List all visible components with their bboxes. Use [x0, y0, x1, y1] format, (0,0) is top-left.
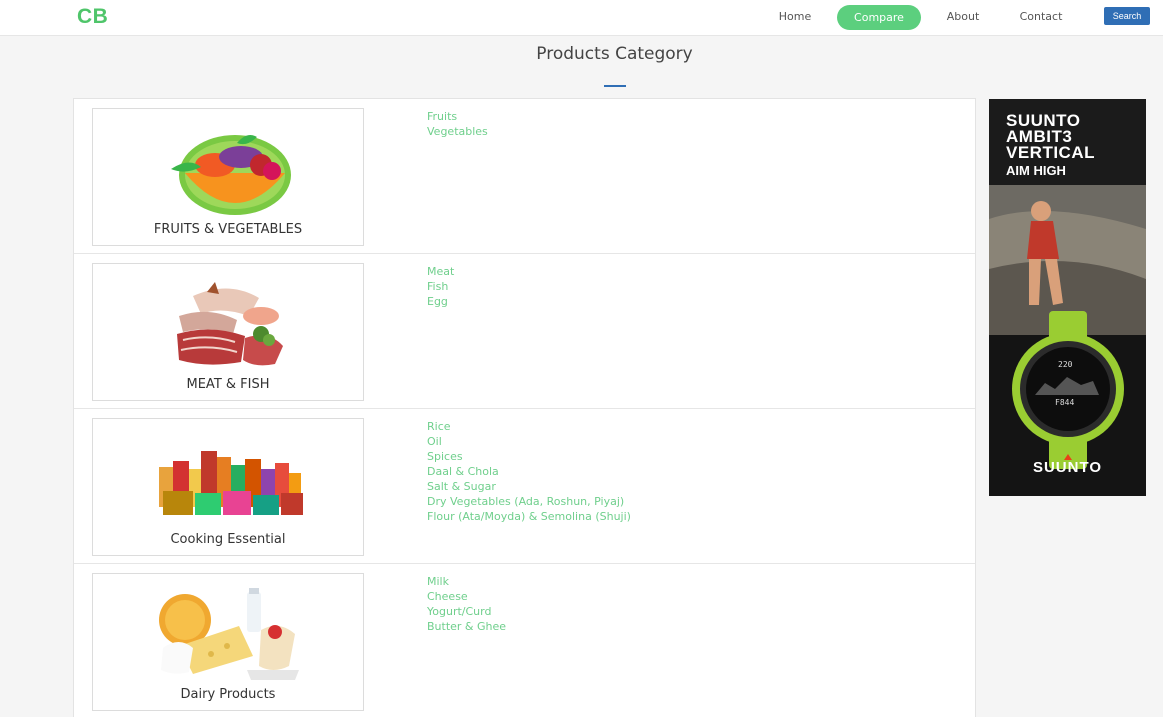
ad-tagline: AIM HIGH: [1006, 163, 1066, 178]
subcategory-link[interactable]: Meat: [427, 264, 454, 279]
dairy-products-icon: [159, 588, 299, 680]
category-panel: FRUITS & VEGETABLES Fruits Vegetables ME…: [73, 98, 976, 717]
ad-headline: SUUNTO AMBIT3 VERTICAL: [1006, 112, 1095, 162]
category-row: Dairy Products Milk Cheese Yogurt/Curd B…: [74, 564, 975, 717]
subcategory-link[interactable]: Butter & Ghee: [427, 619, 506, 634]
category-row: Cooking Essential Rice Oil Spices Daal &…: [74, 409, 975, 564]
category-card-meat-fish[interactable]: MEAT & FISH: [92, 263, 364, 401]
ad-brand-logo: SUUNTO: [1032, 459, 1103, 476]
subcategory-link[interactable]: Vegetables: [427, 124, 488, 139]
nav-home[interactable]: Home: [768, 5, 822, 29]
category-row: FRUITS & VEGETABLES Fruits Vegetables: [74, 99, 975, 254]
category-title: Cooking Essential: [170, 532, 286, 547]
heading-underline: [604, 85, 626, 87]
subcategory-link[interactable]: Fish: [427, 279, 454, 294]
grocery-products-icon: [159, 451, 303, 515]
category-title: MEAT & FISH: [186, 377, 270, 392]
subcategory-link[interactable]: Dry Vegetables (Ada, Roshun, Piyaj): [427, 494, 631, 509]
navbar: CB Home Compare About Contact Search: [0, 0, 1163, 36]
subcategory-list: Fruits Vegetables: [427, 109, 488, 139]
meat-fish-icon: [177, 282, 283, 366]
subcategory-link[interactable]: Spices: [427, 449, 631, 464]
search-button[interactable]: Search: [1104, 7, 1150, 25]
subcategory-list: Meat Fish Egg: [427, 264, 454, 309]
category-card-dairy-products[interactable]: Dairy Products: [92, 573, 364, 711]
subcategory-link[interactable]: Salt & Sugar: [427, 479, 631, 494]
subcategory-link[interactable]: Oil: [427, 434, 631, 449]
category-card-cooking-essential[interactable]: Cooking Essential: [92, 418, 364, 556]
category-card-fruits-vegetables[interactable]: FRUITS & VEGETABLES: [92, 108, 364, 246]
category-title: FRUITS & VEGETABLES: [153, 222, 303, 237]
subcategory-link[interactable]: Cheese: [427, 589, 506, 604]
watch-readout-top: 220: [1058, 360, 1073, 369]
subcategory-link[interactable]: Milk: [427, 574, 506, 589]
subcategory-list: Rice Oil Spices Daal & Chola Salt & Suga…: [427, 419, 631, 524]
category-row: MEAT & FISH Meat Fish Egg: [74, 254, 975, 409]
subcategory-list: Milk Cheese Yogurt/Curd Butter & Ghee: [427, 574, 506, 634]
ad-headline-line: VERTICAL: [1006, 143, 1095, 162]
fruits-basket-icon: [171, 135, 291, 215]
nav-compare[interactable]: Compare: [837, 5, 921, 30]
page-title: Products Category: [536, 44, 693, 64]
subcategory-link[interactable]: Daal & Chola: [427, 464, 631, 479]
watch-readout-bottom: F844: [1055, 398, 1074, 407]
subcategory-link[interactable]: Rice: [427, 419, 631, 434]
category-title: Dairy Products: [180, 687, 276, 702]
subcategory-link[interactable]: Fruits: [427, 109, 488, 124]
site-logo[interactable]: CB: [77, 5, 108, 29]
advertisement-banner[interactable]: 220 F844 SUUNTO AMBIT3 VERTICAL AIM HIGH…: [989, 99, 1146, 496]
subcategory-link[interactable]: Egg: [427, 294, 454, 309]
subcategory-link[interactable]: Yogurt/Curd: [427, 604, 506, 619]
nav-about[interactable]: About: [937, 5, 989, 29]
nav-contact[interactable]: Contact: [1010, 5, 1072, 29]
subcategory-link[interactable]: Flour (Ata/Moyda) & Semolina (Shuji): [427, 509, 631, 524]
